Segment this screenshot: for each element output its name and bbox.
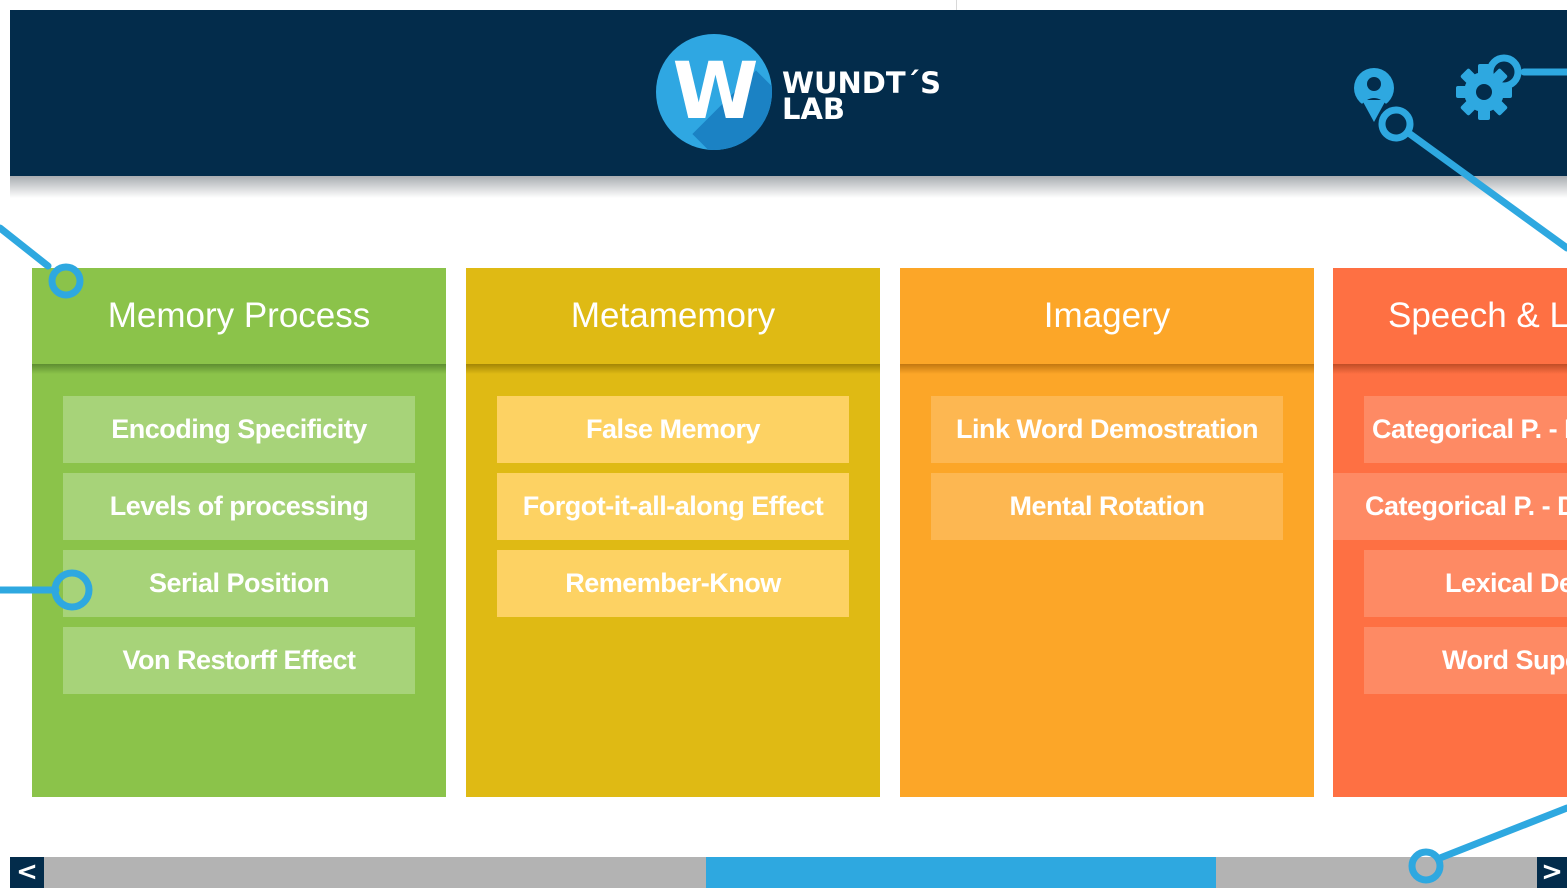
annotation-line	[0, 224, 52, 270]
experiment-list: False Memory Forgot-it-all-along Effect …	[466, 374, 880, 617]
experiment-item[interactable]: Forgot-it-all-along Effect	[497, 473, 849, 540]
category-title[interactable]: Metamemory	[466, 268, 880, 364]
app-header: W WUNDT´S LAB	[10, 10, 1567, 176]
experiment-item[interactable]: Remember-Know	[497, 550, 849, 617]
experiment-list: Encoding Specificity Levels of processin…	[32, 374, 446, 694]
experiment-label: Categorical P. - Id	[1372, 414, 1567, 444]
user-icon[interactable]	[1352, 66, 1396, 122]
experiment-item[interactable]: Serial Position	[63, 550, 415, 617]
logo-mark: W	[672, 47, 758, 137]
horizontal-scrollbar[interactable]	[10, 857, 1567, 888]
scroll-thumb[interactable]	[706, 857, 1216, 888]
logo-circle: W	[656, 34, 772, 150]
header-shadow	[10, 176, 1567, 198]
experiment-label: Lexical Dec	[1445, 568, 1567, 598]
card-divider	[900, 364, 1314, 374]
experiment-item[interactable]: False Memory	[497, 396, 849, 463]
card-divider	[466, 364, 880, 374]
experiment-list: Categorical P. - Id Categorical P. - Di …	[1333, 374, 1567, 694]
experiment-item[interactable]: Lexical Dec	[1364, 550, 1567, 617]
category-title[interactable]: Speech & La	[1333, 268, 1567, 364]
card-divider	[32, 364, 446, 374]
experiment-item[interactable]: Von Restorff Effect	[63, 627, 415, 694]
experiment-item[interactable]: Link Word Demostration	[931, 396, 1283, 463]
experiment-item[interactable]: Mental Rotation	[931, 473, 1283, 540]
category-card-speech-language: Speech & La Categorical P. - Id Categori…	[1333, 268, 1567, 797]
scroll-right-button[interactable]: >	[1537, 857, 1567, 888]
experiment-item[interactable]: Categorical P. - Id	[1364, 396, 1567, 463]
card-divider	[1333, 364, 1567, 374]
gear-icon[interactable]	[1452, 60, 1516, 124]
annotation-line	[1436, 804, 1567, 862]
divider	[956, 0, 957, 10]
logo-wordmark: WUNDT´S LAB	[782, 69, 941, 124]
category-card-memory-process: Memory Process Encoding Specificity Leve…	[32, 268, 446, 797]
experiment-item[interactable]: Word Supe	[1364, 627, 1567, 694]
category-carousel: Memory Process Encoding Specificity Leve…	[0, 268, 1567, 798]
category-card-metamemory: Metamemory False Memory Forgot-it-all-al…	[466, 268, 880, 797]
experiment-label: Categorical P. - Di	[1365, 491, 1567, 521]
experiment-list: Link Word Demostration Mental Rotation	[900, 374, 1314, 540]
category-title-text: Speech & La	[1388, 296, 1567, 335]
top-strip	[0, 0, 1567, 10]
category-card-imagery: Imagery Link Word Demostration Mental Ro…	[900, 268, 1314, 797]
experiment-item[interactable]: Encoding Specificity	[63, 396, 415, 463]
experiment-item[interactable]: Categorical P. - Di	[1333, 473, 1567, 540]
app-logo[interactable]: W WUNDT´S LAB	[646, 34, 946, 154]
scroll-left-button[interactable]: <	[10, 857, 44, 888]
experiment-label: Word Supe	[1442, 645, 1567, 675]
category-title[interactable]: Imagery	[900, 268, 1314, 364]
category-title[interactable]: Memory Process	[32, 268, 446, 364]
experiment-item[interactable]: Levels of processing	[63, 473, 415, 540]
